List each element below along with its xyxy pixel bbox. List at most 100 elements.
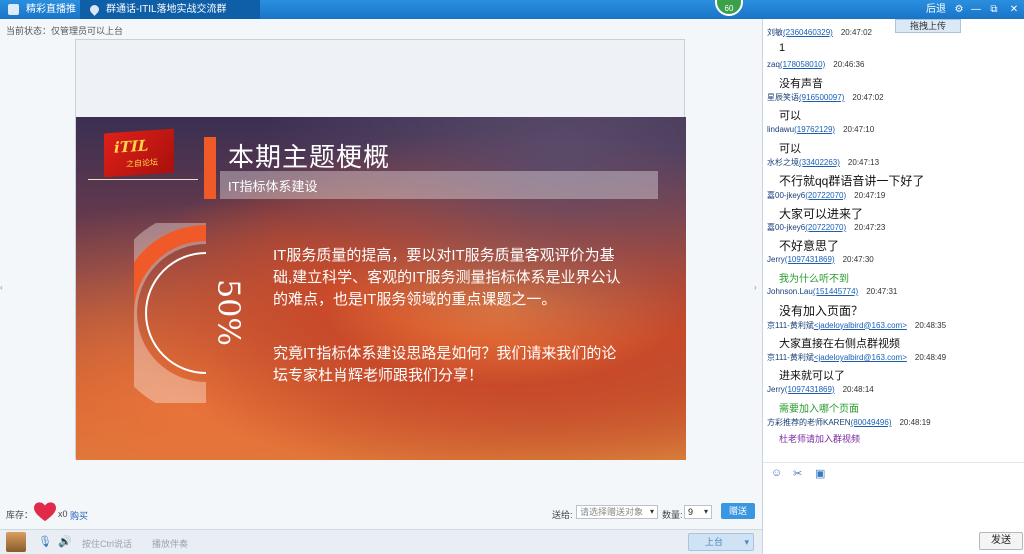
tab-live-recommend[interactable]: 精彩直播推荐: [0, 0, 80, 34]
status-text: 当前状态：仅管理员可以上台: [6, 26, 124, 36]
gift-send-button[interactable]: 赠送: [721, 503, 755, 519]
percentage-label: 50%: [210, 279, 246, 346]
message-time: 20:47:02: [852, 93, 884, 102]
chat-input-toolbar: ☺ ✂ ▣: [763, 462, 1024, 482]
send-button[interactable]: 发送: [979, 532, 1023, 550]
chat-message-text: 不好意思了: [779, 239, 840, 253]
sender-id[interactable]: (19762129): [794, 125, 835, 134]
chat-message-header: 嘉00-jkey6(20722070) 20:47:23: [767, 222, 885, 233]
slide: iTIL 之自论坛 本期主题梗概 IT指标体系建设 50% IT服务质量的提高，…: [76, 117, 686, 460]
hold-ctrl-to-talk[interactable]: 按住Ctrl说话: [82, 537, 132, 550]
sender-name[interactable]: 刘敏: [767, 28, 783, 37]
avatar[interactable]: [6, 532, 26, 552]
sender-name[interactable]: lindawu: [767, 125, 794, 134]
upload-label: 拖拽上传: [909, 21, 946, 31]
close-button[interactable]: ✕: [1004, 0, 1024, 19]
minimize-button[interactable]: —: [968, 0, 984, 19]
message-time: 20:47:10: [843, 124, 875, 134]
title-accent-bar: [204, 137, 216, 199]
stock-label: 库存：: [6, 510, 34, 520]
sender-id[interactable]: <jadeloyalbird@163.com>: [814, 353, 907, 362]
back-button[interactable]: 后退: [924, 0, 948, 19]
chat-message-header: 方彩推荐的老师KAREN(80049496) 20:48:19: [767, 417, 931, 428]
chat-message-header: lindawu(19762129) 20:47:10: [767, 125, 874, 134]
sender-id[interactable]: (1097431869): [785, 255, 835, 264]
target-select[interactable]: 请选择赠送对象 ▾: [576, 505, 658, 519]
right-arrow-icon[interactable]: ›: [754, 283, 757, 292]
chat-message-header: 水杉之境(33402263) 20:47:13: [767, 157, 879, 168]
image-icon[interactable]: ▣: [815, 467, 825, 480]
settings-gear-icon[interactable]: ⚙: [950, 0, 968, 19]
message-time: 20:47:13: [847, 158, 880, 167]
emoji-icon[interactable]: ☺: [771, 467, 782, 479]
message-time: 20:47:31: [866, 287, 898, 296]
message-time: 20:47:02: [840, 28, 872, 37]
sender-name[interactable]: 星辰笑语: [767, 93, 799, 102]
sender-name[interactable]: Johnson.Lau: [767, 287, 813, 296]
sender-id[interactable]: (2360460329): [783, 28, 833, 37]
chat-message-text: 不行就qq群语音讲一下好了: [779, 174, 925, 188]
sender-name[interactable]: Jerry: [767, 385, 785, 394]
message-time: 20:48:49: [914, 353, 947, 362]
sender-id[interactable]: (20722070): [805, 191, 846, 200]
play-accompaniment[interactable]: 播放伴奏: [152, 537, 188, 550]
sender-name[interactable]: Jerry: [767, 255, 785, 264]
drag-upload-button[interactable]: 拖拽上传: [895, 19, 961, 33]
sender-id[interactable]: (916500097): [799, 93, 844, 102]
itil-flag-logo: iTIL 之自论坛: [104, 128, 174, 178]
quantity-label: 数量:: [662, 510, 683, 520]
chat-message-header: zaq(178058010) 20:46:36: [767, 60, 864, 69]
chat-panel: 拖拽上传 刘敏(2360460329) 20:47:02 1 zaq(17805801…: [762, 19, 1024, 554]
sender-id[interactable]: (151445774): [813, 287, 858, 296]
speaker-icon[interactable]: 🔊: [58, 535, 72, 549]
sender-name[interactable]: 方彩推荐的老师KAREN: [767, 418, 851, 427]
sender-name[interactable]: zaq: [767, 60, 780, 69]
logo-subtext: 之自论坛: [126, 157, 158, 169]
slide-title: 本期主题梗概: [228, 142, 391, 172]
message-time: 20:48:14: [842, 384, 874, 394]
chat-message-text: 大家可以进来了: [779, 206, 864, 221]
sender-id[interactable]: (33402263): [799, 158, 840, 167]
percentage-donut: [134, 223, 207, 403]
sender-id[interactable]: (1097431869): [785, 385, 835, 394]
chat-message-text: 大家直接在右侧点群视频: [779, 337, 900, 350]
microphone-icon[interactable]: 🎙: [38, 535, 52, 549]
message-time: 20:48:35: [914, 320, 947, 330]
left-arrow-icon[interactable]: ‹: [0, 283, 3, 292]
chat-message-header: 嘉00-jkey6(20722070) 20:47:19: [767, 190, 885, 201]
chat-message-header: Jerry(1097431869) 20:47:30: [767, 255, 874, 264]
quantity-value: 9: [688, 507, 694, 517]
sender-name[interactable]: 嘉00-jkey6: [767, 223, 805, 232]
sender-id[interactable]: (20722070): [805, 223, 846, 232]
tab-group-call[interactable]: 群通话-ITIL落地实战交流群(275912782): [80, 0, 260, 34]
tv-icon: [8, 4, 19, 15]
sender-name[interactable]: 京111-黄利斌: [767, 353, 814, 362]
message-time: 20:47:23: [854, 223, 886, 232]
chat-message-text: 杜老师请加入群视频: [779, 434, 861, 444]
sender-id[interactable]: (80049496): [851, 418, 892, 427]
go-on-stage-button[interactable]: 上台 ▾: [688, 533, 754, 551]
sender-id[interactable]: <jadeloyalbird@163.com>: [814, 321, 907, 330]
chevron-down-icon: ▾: [703, 507, 708, 516]
chat-message-text: 我为什么听不到: [779, 273, 849, 285]
buy-link[interactable]: 购买: [70, 509, 88, 522]
sender-name[interactable]: 嘉00-jkey6: [767, 191, 805, 200]
chat-message-text: 可以: [779, 110, 801, 122]
slide-viewer: iTIL 之自论坛 本期主题梗概 IT指标体系建设 50% IT服务质量的提高，…: [75, 39, 686, 460]
message-time: 20:47:30: [842, 254, 874, 264]
sender-name[interactable]: 水杉之境: [767, 158, 799, 167]
slide-paragraph-1: IT服务质量的提高，要以对IT服务质量客观评价为基础,建立科学、客观的IT服务测…: [273, 247, 621, 308]
screenshot-scissors-icon[interactable]: ✂: [793, 467, 802, 480]
target-placeholder: 请选择赠送对象: [580, 507, 644, 517]
maximize-button[interactable]: ⧉: [984, 0, 1004, 19]
donut-inner-ring: [145, 252, 207, 374]
quantity-select[interactable]: 9 ▾: [684, 505, 712, 519]
slide-paragraph-2: 究竟IT指标体系建设思路是如何？我们请来我们的论坛专家杜肖辉老师跟我们分享！: [273, 345, 617, 384]
chat-message-text: 1: [779, 42, 786, 54]
sender-id[interactable]: (178058010): [780, 60, 825, 69]
sender-name[interactable]: 京111-黄利斌: [767, 321, 814, 330]
gift-count: x0: [58, 509, 68, 519]
heart-icon[interactable]: [34, 501, 56, 523]
chat-message-text: 没有加入页面？: [779, 304, 864, 318]
message-time: 20:47:19: [854, 190, 886, 200]
